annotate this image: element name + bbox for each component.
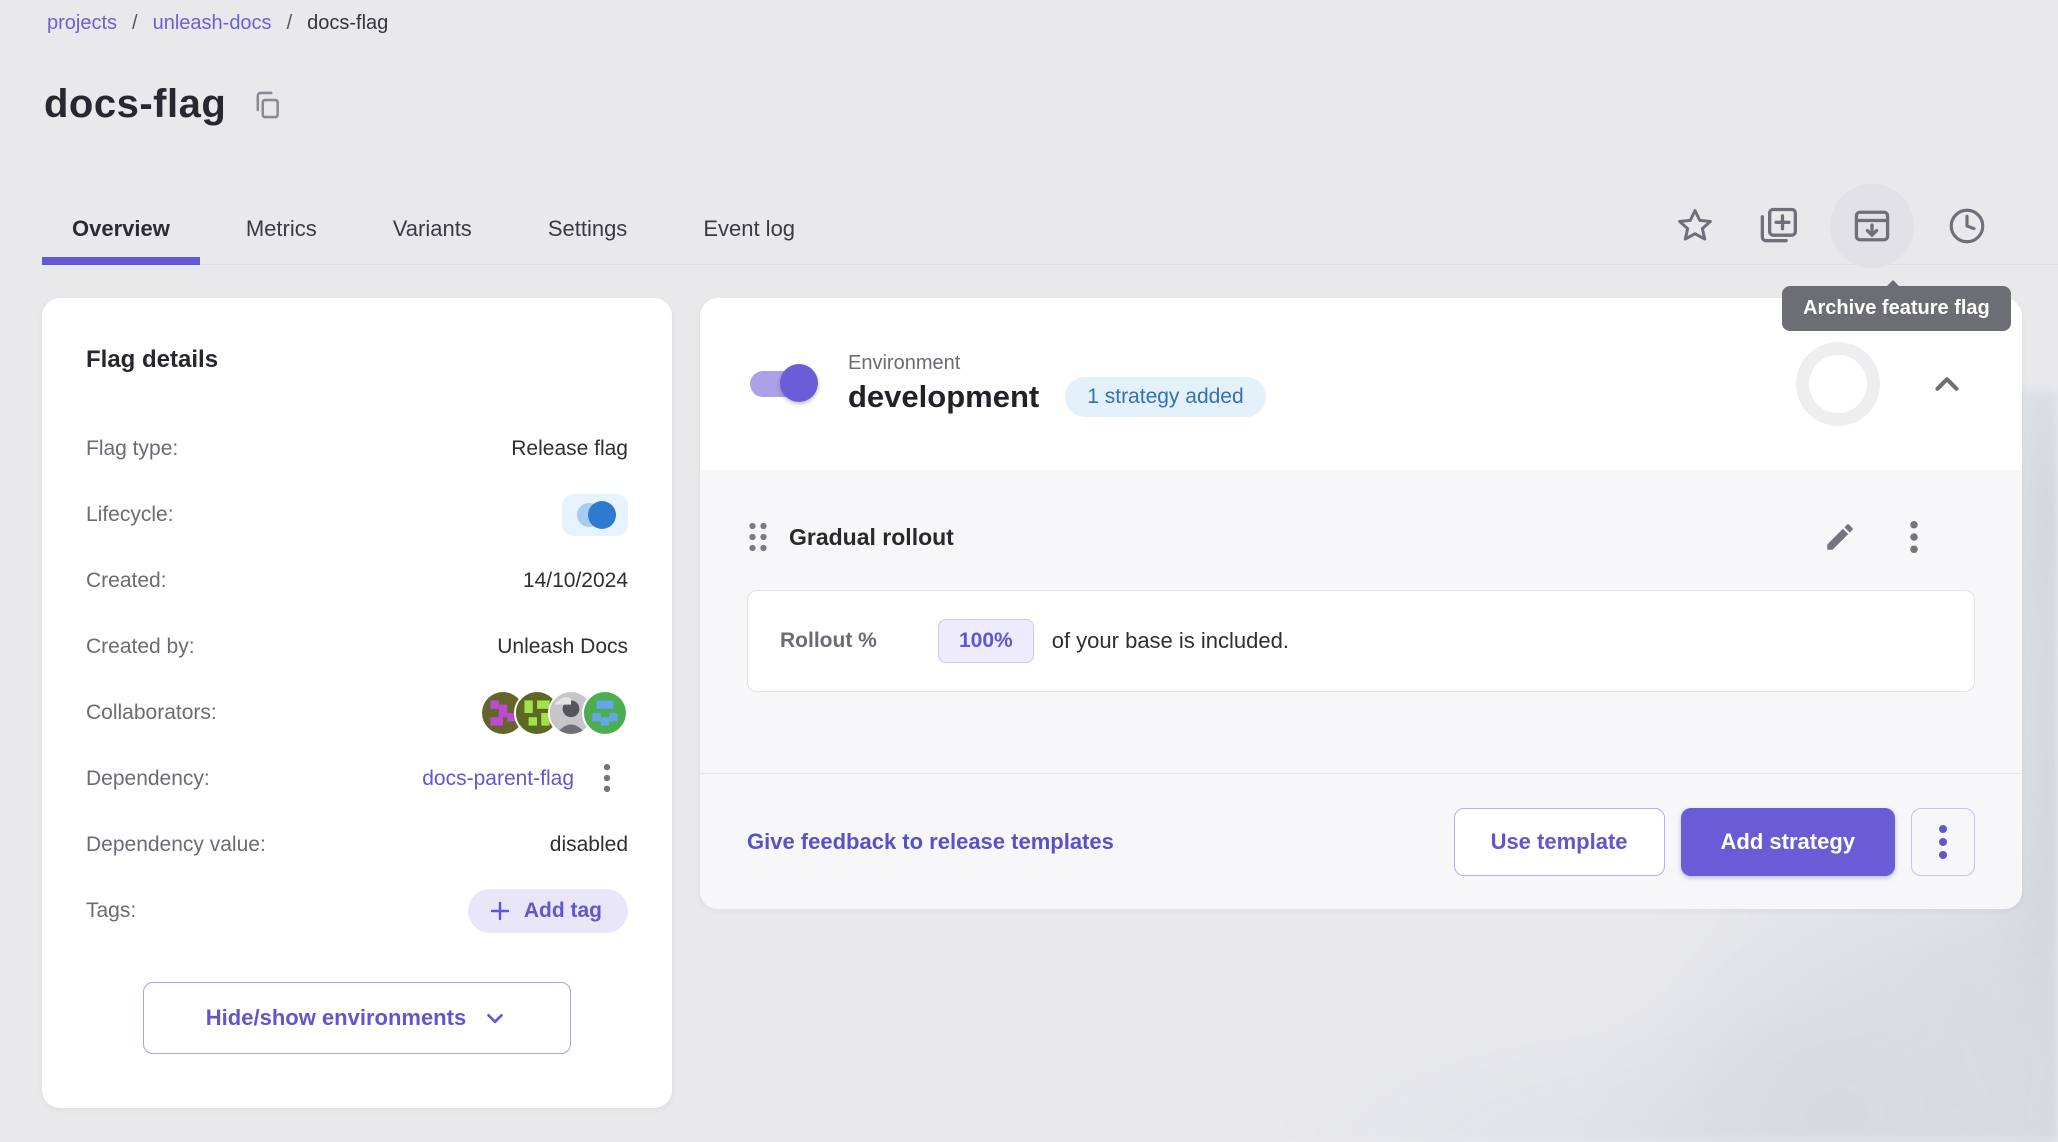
tab-settings-label: Settings xyxy=(548,216,628,242)
environment-footer: Give feedback to release templates Use t… xyxy=(700,773,2022,909)
environment-card: Environment development 1 strategy added… xyxy=(700,298,2022,909)
page-title: docs-flag xyxy=(44,82,226,127)
event-history-icon[interactable] xyxy=(1938,197,1996,255)
tab-event-log[interactable]: Event log xyxy=(673,194,825,264)
tab-settings[interactable]: Settings xyxy=(518,194,658,264)
breadcrumb: projects / unleash-docs / docs-flag xyxy=(47,12,388,35)
created-value: 14/10/2024 xyxy=(523,569,628,593)
flag-type-value: Release flag xyxy=(511,437,628,461)
rollout-label: Rollout % xyxy=(780,629,938,653)
tab-event-log-label: Event log xyxy=(703,216,795,242)
created-by-value: Unleash Docs xyxy=(497,635,628,659)
dependency-row: Dependency: docs-parent-flag xyxy=(86,756,628,802)
release-templates-feedback-link[interactable]: Give feedback to release templates xyxy=(747,829,1114,855)
flag-type-label: Flag type: xyxy=(86,437,178,461)
archive-flag-icon[interactable] xyxy=(1830,184,1914,268)
breadcrumb-separator: / xyxy=(132,12,138,35)
flag-details-heading: Flag details xyxy=(86,346,628,374)
kebab-icon xyxy=(1930,824,1956,860)
tags-label: Tags: xyxy=(86,899,136,923)
environment-label: Environment xyxy=(848,352,1266,375)
tab-metrics[interactable]: Metrics xyxy=(216,194,347,264)
chevron-down-icon xyxy=(482,1005,508,1031)
created-by-row: Created by: Unleash Docs xyxy=(86,624,628,670)
tab-metrics-label: Metrics xyxy=(246,216,317,242)
add-tag-button[interactable]: Add tag xyxy=(468,889,628,933)
edit-strategy-button[interactable] xyxy=(1823,520,1857,554)
environment-usage-ring xyxy=(1796,342,1880,426)
rollout-description: of your base is included. xyxy=(1052,628,1289,654)
clone-flag-icon[interactable] xyxy=(1748,197,1806,255)
rollout-percentage-chip: 100% xyxy=(938,619,1034,663)
strategy-list: Gradual rollout Rollout % 100% of your b… xyxy=(700,470,2022,773)
flag-details-card: Flag details Flag type: Release flag Lif… xyxy=(42,298,672,1108)
kebab-icon xyxy=(1901,520,1927,554)
dependency-value-label: Dependency value: xyxy=(86,833,266,857)
plus-icon xyxy=(488,899,512,923)
created-label: Created: xyxy=(86,569,167,593)
flag-actions-toolbar xyxy=(1666,184,1996,268)
pencil-icon xyxy=(1823,520,1857,554)
strategy-menu-button[interactable] xyxy=(1901,520,1927,554)
tab-overview[interactable]: Overview xyxy=(42,194,200,264)
use-template-button[interactable]: Use template xyxy=(1454,808,1665,876)
created-by-label: Created by: xyxy=(86,635,195,659)
collaborator-avatars[interactable] xyxy=(480,690,628,736)
strategy-count-badge: 1 strategy added xyxy=(1065,377,1265,417)
environment-toggle[interactable] xyxy=(750,370,810,398)
breadcrumb-separator: / xyxy=(287,12,293,35)
collaborators-label: Collaborators: xyxy=(86,701,217,725)
environment-more-actions-button[interactable] xyxy=(1911,808,1975,876)
copy-flag-name-icon[interactable] xyxy=(250,88,284,122)
dependency-menu-button[interactable] xyxy=(586,759,628,800)
lifecycle-label: Lifecycle: xyxy=(86,503,174,527)
hide-show-environments-label: Hide/show environments xyxy=(206,1005,466,1031)
collaborators-row: Collaborators: xyxy=(86,690,628,736)
hide-show-environments-button[interactable]: Hide/show environments xyxy=(143,982,571,1054)
flag-type-row: Flag type: Release flag xyxy=(86,426,628,472)
lifecycle-stage-icon[interactable] xyxy=(562,494,628,536)
dependency-parent-flag-link[interactable]: docs-parent-flag xyxy=(422,767,574,791)
strategy-header: Gradual rollout xyxy=(747,520,1975,554)
tab-overview-label: Overview xyxy=(72,216,170,242)
lifecycle-circle-front xyxy=(588,501,616,529)
collapse-environment-button[interactable] xyxy=(1928,365,1966,403)
tab-variants-label: Variants xyxy=(393,216,472,242)
breadcrumb-projects[interactable]: projects xyxy=(47,12,117,35)
strategy-title: Gradual rollout xyxy=(789,524,954,551)
add-tag-label: Add tag xyxy=(524,899,602,923)
environment-name: development xyxy=(848,379,1039,415)
dependency-value-row: Dependency value: disabled xyxy=(86,822,628,868)
toggle-knob xyxy=(780,364,818,402)
dependency-label: Dependency: xyxy=(86,767,210,791)
favorite-star-icon[interactable] xyxy=(1666,197,1724,255)
breadcrumb-project-name[interactable]: unleash-docs xyxy=(153,12,272,35)
drag-handle-icon[interactable] xyxy=(747,521,769,553)
dependency-value-value: disabled xyxy=(550,833,628,857)
chevron-up-icon xyxy=(1928,365,1966,403)
lifecycle-row: Lifecycle: xyxy=(86,492,628,538)
archive-tooltip: Archive feature flag xyxy=(1782,286,2011,331)
breadcrumb-current-flag: docs-flag xyxy=(307,12,388,35)
tags-row: Tags: Add tag xyxy=(86,888,628,934)
rollout-summary: Rollout % 100% of your base is included. xyxy=(747,590,1975,692)
tab-variants[interactable]: Variants xyxy=(363,194,502,264)
created-row: Created: 14/10/2024 xyxy=(86,558,628,604)
avatar-pixel-globe xyxy=(582,690,628,736)
add-strategy-button[interactable]: Add strategy xyxy=(1681,808,1895,876)
